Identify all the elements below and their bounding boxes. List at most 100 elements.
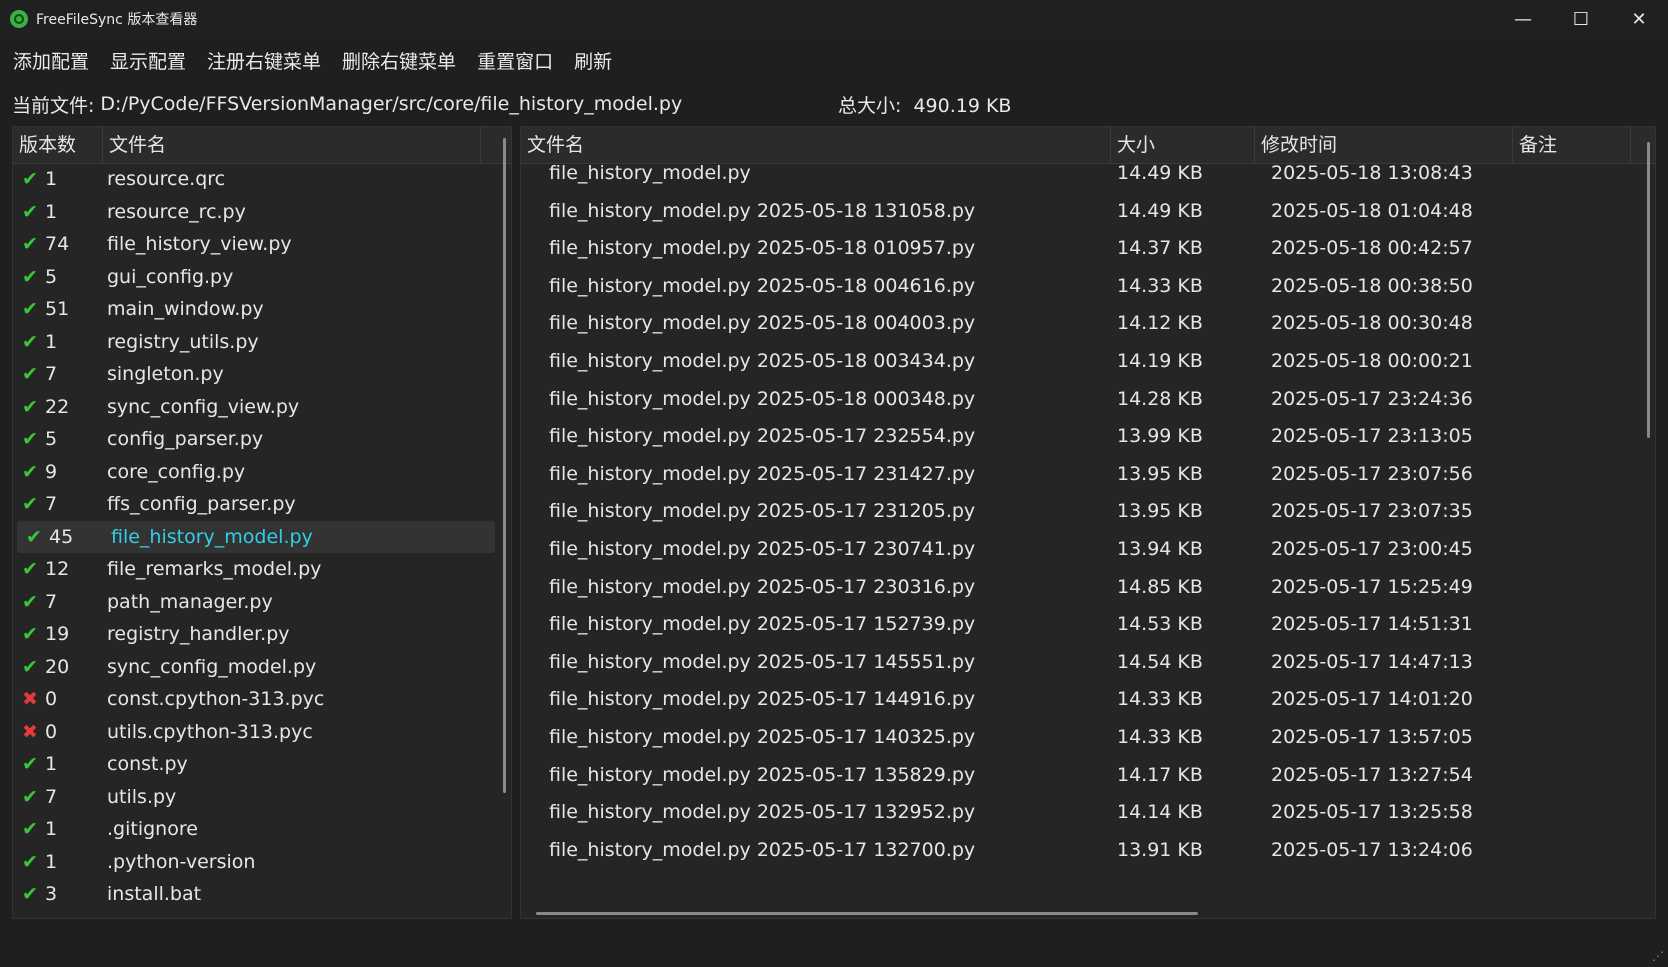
version-size: 14.19 KB [1117,350,1203,372]
version-modified-time: 2025-05-18 01:04:48 [1271,199,1473,222]
version-modified-time: 2025-05-17 13:57:05 [1271,726,1473,748]
maximize-button[interactable]: ☐ [1552,0,1610,38]
version-list-row[interactable]: file_history_model.py 2025-05-17 144916.… [521,679,1641,719]
file-name: .gitignore [107,818,198,840]
version-count: 1 [45,818,58,840]
menu-show-config[interactable]: 显示配置 [110,47,186,74]
version-list-row[interactable]: file_history_model.py 2025-05-18 000348.… [521,379,1641,419]
version-count: 3 [45,883,58,905]
file-list-row[interactable]: ✔ 5 config_parser.py [13,423,497,456]
file-list-row[interactable]: ✔ 1 .python-version [13,846,497,879]
check-icon: ✔ [22,265,38,288]
version-file-name: file_history_model.py 2025-05-17 135829.… [549,763,976,786]
version-size: 13.94 KB [1117,538,1203,560]
version-count: 7 [45,493,58,515]
file-list-row[interactable]: ✔ 74 file_history_view.py [13,228,497,261]
version-count: 9 [45,460,58,483]
menu-reset-window[interactable]: 重置窗口 [477,47,553,74]
version-modified-time: 2025-05-18 00:42:57 [1271,237,1473,260]
version-list-row[interactable]: file_history_model.py 2025-05-17 230316.… [521,567,1641,607]
version-file-name: file_history_model.py 2025-05-17 231205.… [549,500,976,523]
version-size: 14.49 KB [1117,162,1203,184]
file-list-scrollbar[interactable] [503,138,506,793]
version-list-row[interactable]: file_history_model.py 2025-05-17 132952.… [521,792,1641,832]
file-name: .python-version [107,850,256,873]
header-file-name[interactable]: 文件名 [103,127,481,163]
total-size-value: 490.19 KB [913,94,1012,117]
header-version-count[interactable]: 版本数 [13,127,103,163]
version-list-row[interactable]: file_history_model.py 2025-05-18 131058.… [521,191,1641,231]
version-list-row[interactable]: file_history_model.py 2025-05-17 145551.… [521,642,1641,682]
version-list-vscrollbar[interactable] [1647,142,1650,438]
version-list-row[interactable]: file_history_model.py 2025-05-17 230741.… [521,529,1641,569]
total-size-label: 总大小: [838,94,902,117]
file-list-row[interactable]: ✔ 51 main_window.py [13,293,497,326]
file-list-row[interactable]: ✔ 1 .gitignore [13,813,497,846]
version-list-row[interactable]: file_history_model.py 2025-05-17 232554.… [521,416,1641,456]
menu-register-context[interactable]: 注册右键菜单 [207,47,321,74]
close-button[interactable]: ✕ [1610,0,1668,38]
version-size: 14.49 KB [1117,199,1203,222]
file-name: resource.qrc [107,168,226,190]
file-name: resource_rc.py [107,200,246,223]
version-file-name: file_history_model.py 2025-05-17 145551.… [549,650,976,673]
file-list-row[interactable]: ✔ 7 singleton.py [13,358,497,391]
menu-refresh[interactable]: 刷新 [574,47,612,74]
version-list-row[interactable]: file_history_model.py 2025-05-17 140325.… [521,717,1641,757]
version-list-row[interactable]: file_history_model.py 2025-05-17 231427.… [521,454,1641,494]
file-list-row[interactable]: ✔ 19 registry_handler.py [13,618,497,651]
file-list-row[interactable]: ✔ 1 const.py [13,748,497,781]
resize-grip-icon[interactable]: ⋰ [1652,949,1664,963]
file-list-row[interactable]: ✔ 22 sync_config_view.py [13,391,497,424]
file-list-row[interactable]: ✖ 0 const.cpython-313.pyc [13,683,497,716]
version-list-row[interactable]: file_history_model.py 2025-05-18 003434.… [521,341,1641,381]
version-size: 14.33 KB [1117,274,1203,297]
check-icon: ✔ [22,753,38,775]
minimize-button[interactable]: — [1494,0,1552,38]
version-list-row[interactable]: file_history_model.py 2025-05-17 135829.… [521,755,1641,795]
version-modified-time: 2025-05-17 23:00:45 [1271,538,1473,560]
file-name: file_history_view.py [107,233,292,255]
check-icon: ✔ [22,428,38,450]
version-file-name: file_history_model.py 2025-05-18 000348.… [549,387,976,410]
version-size: 13.95 KB [1117,500,1203,523]
file-list-row[interactable]: ✔ 9 core_config.py [13,456,497,489]
version-list-hscrollbar[interactable] [536,912,1198,915]
version-modified-time: 2025-05-17 14:01:20 [1271,688,1473,711]
file-name: path_manager.py [107,590,273,613]
menu-remove-context[interactable]: 删除右键菜单 [342,47,456,74]
file-list-row[interactable]: ✔ 3 install.bat [13,878,497,911]
version-file-name: file_history_model.py 2025-05-17 230316.… [549,575,976,598]
file-list-row[interactable]: ✔ 1 resource_rc.py [13,196,497,229]
version-list-row[interactable]: file_history_model.py 2025-05-18 010957.… [521,228,1641,268]
file-list-row[interactable]: ✔ 12 file_remarks_model.py [13,553,497,586]
version-list-row[interactable]: file_history_model.py 2025-05-18 004616.… [521,266,1641,306]
version-size: 13.99 KB [1117,425,1203,448]
file-list-row[interactable]: ✔ 1 registry_utils.py [13,326,497,359]
version-list-row[interactable]: file_history_model.py 14.49 KB 2025-05-18 … [521,153,1641,193]
version-list-row[interactable]: file_history_model.py 2025-05-17 152739.… [521,604,1641,644]
version-list-row[interactable]: file_history_model.py 2025-05-17 231205.… [521,491,1641,531]
version-size: 14.33 KB [1117,726,1203,748]
file-list-row[interactable]: ✔ 5 gui_config.py [13,261,497,294]
file-list-row[interactable]: ✔ 20 sync_config_model.py [13,651,497,684]
version-list-row[interactable]: file_history_model.py 2025-05-17 132700.… [521,830,1641,870]
file-list-row[interactable]: ✔ 7 utils.py [13,781,497,814]
version-modified-time: 2025-05-17 23:07:35 [1271,500,1473,523]
version-count: 1 [45,330,58,353]
file-list-row[interactable]: ✔ 1 resource.qrc [13,163,497,196]
file-list-row[interactable]: ✖ 0 utils.cpython-313.pyc [13,716,497,749]
version-modified-time: 2025-05-17 13:27:54 [1271,763,1473,786]
title-bar: FreeFileSync 版本查看器 — ☐ ✕ [0,0,1668,39]
total-size-block: 总大小: 490.19 KB [838,91,1011,118]
version-count: 0 [45,688,58,710]
menu-add-config[interactable]: 添加配置 [13,47,89,74]
version-list-row[interactable]: file_history_model.py 2025-05-18 004003.… [521,303,1641,343]
file-list-row[interactable]: ✔ 7 ffs_config_parser.py [13,488,497,521]
file-list-row[interactable]: ✔ 45 file_history_model.py [17,520,495,553]
version-modified-time: 2025-05-17 23:13:05 [1271,425,1473,448]
file-list-row[interactable]: ✔ 7 path_manager.py [13,586,497,619]
check-icon: ✔ [22,818,38,840]
version-modified-time: 2025-05-17 23:24:36 [1271,387,1473,410]
version-count: 22 [45,395,70,418]
